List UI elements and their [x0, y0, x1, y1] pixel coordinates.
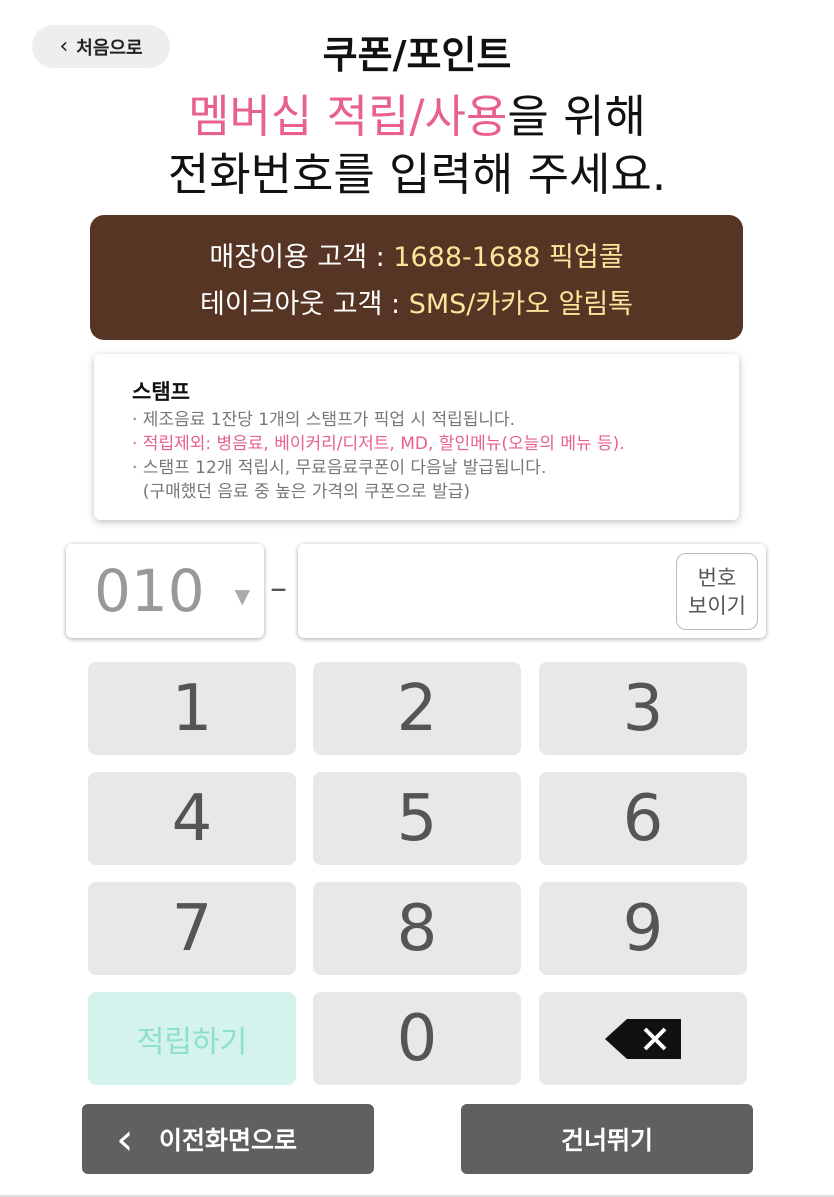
coupon-point-screen: ‹ 처음으로 쿠폰/포인트 멤버십 적립/사용을 위해 전화번호를 입력해 주세…	[0, 0, 834, 1197]
key-3[interactable]: 3	[539, 662, 747, 755]
phone-prefix-value: 010	[94, 557, 205, 625]
key-7[interactable]: 7	[88, 882, 296, 975]
store-customer-value: 1688-1688 픽업콜	[393, 241, 624, 273]
backspace-key[interactable]	[539, 992, 747, 1085]
chevron-left-icon: ‹	[116, 1114, 134, 1165]
stamp-rule-exclusions: · 적립제외: 병음료, 베이커리/디저트, MD, 할인메뉴(오늘의 메뉴 등…	[132, 434, 625, 454]
instruction-headline: 멤버십 적립/사용을 위해 전화번호를 입력해 주세요.	[0, 88, 834, 204]
key-0[interactable]: 0	[313, 992, 521, 1085]
headline-line-1: 멤버십 적립/사용을 위해	[0, 88, 834, 146]
key-6[interactable]: 6	[539, 772, 747, 865]
show-number-label-2: 보이기	[688, 593, 746, 618]
notification-info-box: 매장이용 고객 : 1688-1688 픽업콜 테이크아웃 고객 : SMS/카…	[90, 215, 743, 340]
key-5[interactable]: 5	[313, 772, 521, 865]
takeout-customer-line: 테이크아웃 고객 : SMS/카카오 알림톡	[200, 282, 633, 321]
key-4[interactable]: 4	[88, 772, 296, 865]
stamp-title: 스탬프	[132, 380, 190, 404]
takeout-customer-label: 테이크아웃 고객 :	[199, 288, 409, 320]
store-customer-label: 매장이용 고객 :	[209, 241, 394, 273]
previous-screen-button[interactable]: ‹ 이전화면으로	[82, 1104, 374, 1174]
stamp-rule-3: · 스탬프 12개 적립시, 무료음료쿠폰이 다음날 발급됩니다.	[132, 458, 547, 478]
phone-prefix-select[interactable]: 010 ▼	[66, 544, 264, 638]
headline-accent: 멤버십 적립/사용	[188, 90, 508, 143]
key-8[interactable]: 8	[313, 882, 521, 975]
headline-line-2: 전화번호를 입력해 주세요.	[167, 148, 667, 201]
skip-label: 건너뛰기	[560, 1126, 653, 1155]
page-title: 쿠폰/포인트	[322, 33, 512, 77]
stamp-info-card: 스탬프 · 제조음료 1잔당 1개의 스탬프가 픽업 시 적립됩니다. · 적립…	[94, 354, 739, 520]
backspace-icon	[605, 1018, 681, 1059]
show-number-button[interactable]: 번호 보이기	[676, 553, 758, 630]
accumulate-button[interactable]: 적립하기	[88, 992, 296, 1085]
previous-screen-label: 이전화면으로	[158, 1126, 297, 1155]
key-1[interactable]: 1	[88, 662, 296, 755]
skip-button[interactable]: 건너뛰기	[461, 1104, 753, 1174]
takeout-customer-value: SMS/카카오 알림톡	[408, 288, 634, 320]
stamp-rule-1: · 제조음료 1잔당 1개의 스탬프가 픽업 시 적립됩니다.	[132, 410, 516, 430]
headline-line-1-rest: 을 위해	[507, 90, 646, 143]
phone-separator: –	[270, 568, 287, 608]
show-number-label-1: 번호	[697, 565, 737, 590]
key-9[interactable]: 9	[539, 882, 747, 975]
stamp-rule-4: (구매했던 음료 중 높은 가격의 쿠폰으로 발급)	[132, 482, 471, 502]
store-customer-line: 매장이용 고객 : 1688-1688 픽업콜	[209, 235, 623, 274]
key-2[interactable]: 2	[313, 662, 521, 755]
caret-down-icon: ▼	[234, 584, 250, 608]
